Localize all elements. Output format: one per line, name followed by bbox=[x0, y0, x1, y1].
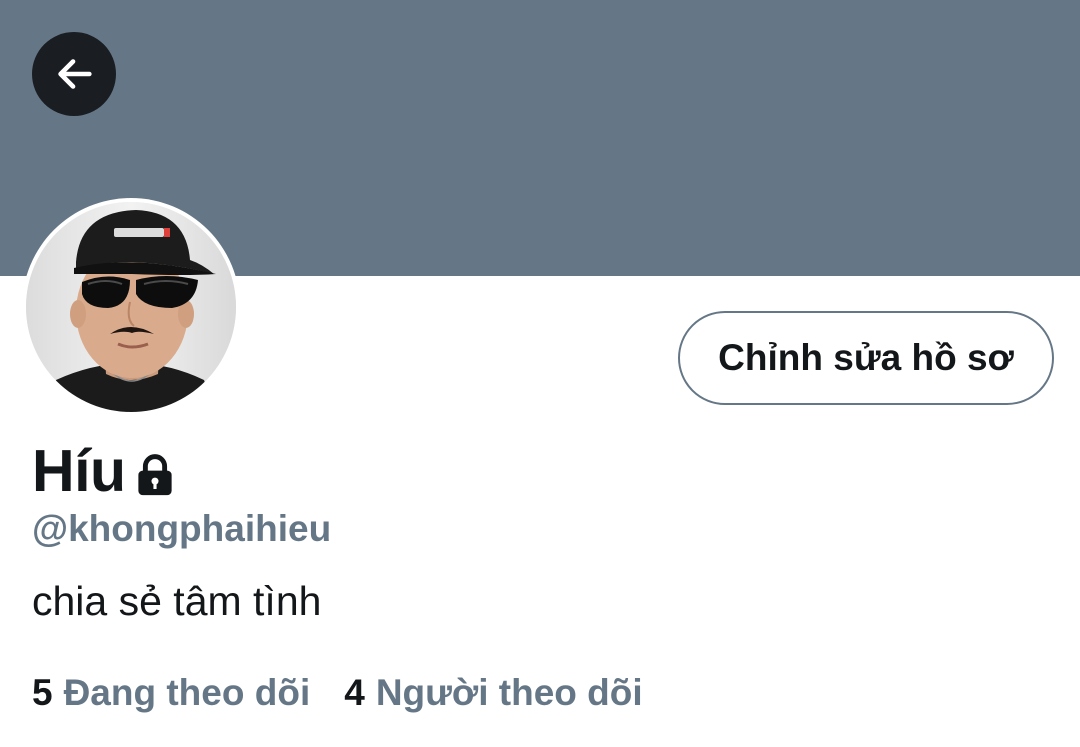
display-name: Híu bbox=[32, 438, 126, 504]
lock-icon bbox=[137, 454, 172, 496]
username-handle: @khongphaihieu bbox=[32, 508, 332, 549]
followers-label: Người theo dõi bbox=[375, 672, 643, 713]
avatar-photo bbox=[26, 202, 236, 412]
bio: chia sẻ tâm tình bbox=[32, 578, 322, 624]
followers-count: 4 bbox=[344, 672, 365, 713]
follow-stats: 5 Đang theo dõi 4 Người theo dõi bbox=[32, 672, 643, 714]
profile-page: Chỉnh sửa hồ sơ Híu @khongphaihieu chia … bbox=[0, 0, 1080, 747]
following-label: Đang theo dõi bbox=[63, 672, 311, 713]
followers-link[interactable]: 4 Người theo dõi bbox=[344, 672, 642, 714]
name-row: Híu bbox=[32, 436, 176, 506]
avatar[interactable] bbox=[22, 198, 240, 416]
back-button[interactable] bbox=[32, 32, 116, 116]
following-count: 5 bbox=[32, 672, 53, 713]
edit-profile-button[interactable]: Chỉnh sửa hồ sơ bbox=[678, 311, 1054, 405]
following-link[interactable]: 5 Đang theo dõi bbox=[32, 672, 310, 714]
arrow-left-icon bbox=[58, 59, 92, 89]
